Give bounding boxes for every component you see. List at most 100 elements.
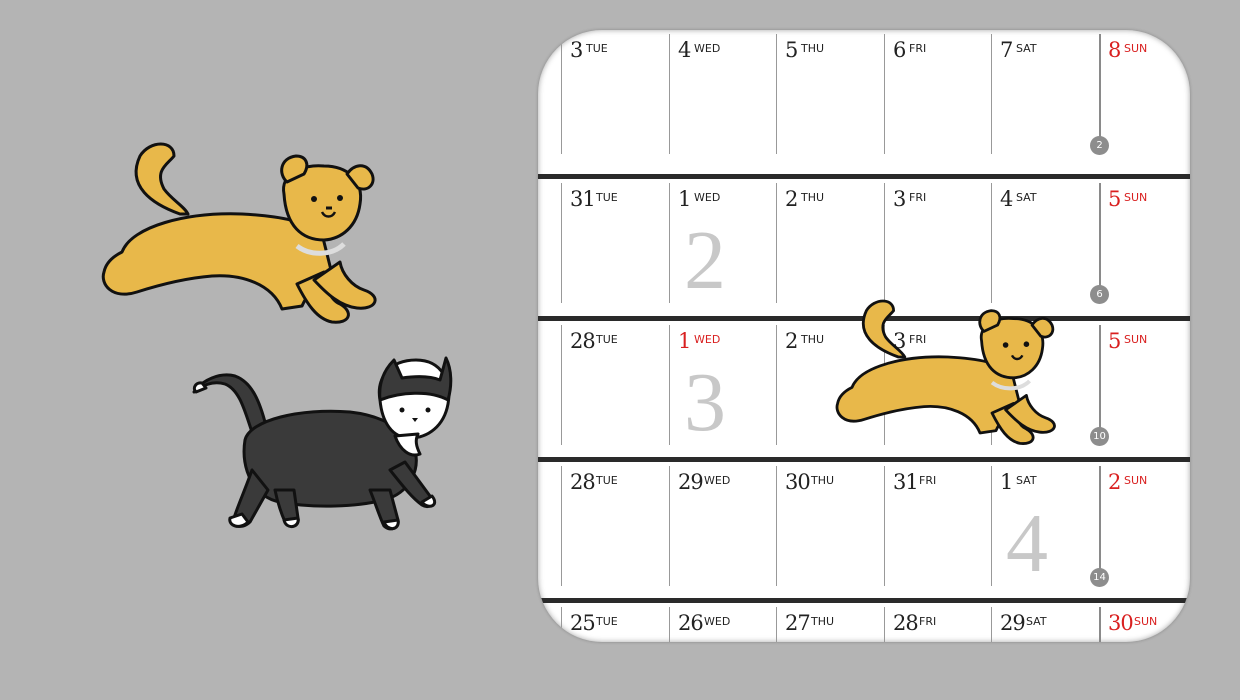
day-of-week: SUN: [1124, 333, 1148, 346]
dog-icon: [835, 299, 1056, 445]
day-number: 27: [785, 611, 811, 635]
cell-divider: [776, 325, 777, 445]
month-number: 2: [684, 214, 726, 307]
day-of-week: SUN: [1124, 191, 1148, 204]
day-number: 2: [1108, 470, 1121, 494]
calendar-day-cell[interactable]: 30 THU: [753, 462, 860, 586]
day-of-week: SUN: [1134, 615, 1158, 628]
cell-divider: [669, 466, 670, 586]
day-number: 25: [570, 611, 596, 635]
day-of-week: THU: [811, 615, 835, 628]
day-number: 2: [785, 329, 798, 353]
calendar-day-cell[interactable]: 1 SAT 4: [968, 462, 1075, 586]
calendar-day-cell[interactable]: 29 WED: [646, 462, 753, 586]
calendar-day-cell[interactable]: 6 FRI: [861, 30, 968, 154]
calendar-week: 3 TUE 4 WED 5 THU 6 FRI 7 SAT 8 SUN 2: [538, 30, 1190, 158]
calendar-day-cell[interactable]: 31 FRI: [861, 462, 968, 586]
week-number-badge: 6: [1090, 285, 1109, 304]
day-of-week: WED: [694, 42, 721, 55]
cell-divider: [669, 183, 670, 303]
cat-sticker[interactable]: [190, 350, 453, 540]
month-number: 4: [1006, 497, 1048, 590]
calendar-day-cell[interactable]: 1 WED 3: [646, 321, 753, 445]
calendar-day-cell[interactable]: 27 THU: [753, 603, 860, 642]
day-number: 31: [570, 187, 596, 211]
day-number: 28: [570, 329, 596, 353]
day-number: 31: [893, 470, 919, 494]
cell-divider: [561, 607, 562, 642]
day-number: 1: [678, 187, 691, 211]
calendar-day-cell[interactable]: 25 TUE: [538, 603, 645, 642]
calendar-day-cell[interactable]: 28 TUE: [538, 462, 645, 586]
calendar-day-cell[interactable]: 26 WED: [646, 603, 753, 642]
day-of-week: SUN: [1124, 42, 1148, 55]
cell-divider: [669, 607, 670, 642]
day-number: 4: [678, 38, 691, 62]
day-number: 5: [785, 38, 798, 62]
calendar-day-cell[interactable]: 5 SUN 6: [1076, 179, 1183, 304]
day-number: 5: [1108, 329, 1121, 353]
cat-icon: [192, 356, 453, 531]
day-number: 26: [678, 611, 704, 635]
cell-divider: [561, 34, 562, 154]
day-of-week: THU: [801, 42, 825, 55]
calendar-day-cell[interactable]: 7 SAT: [968, 30, 1075, 154]
day-number: 6: [893, 38, 906, 62]
day-number: 4: [1000, 187, 1013, 211]
day-of-week: SAT: [1016, 191, 1037, 204]
day-number: 29: [1000, 611, 1026, 635]
calendar-day-cell[interactable]: 5 SUN 10: [1076, 321, 1183, 446]
calendar-day-cell[interactable]: 28 TUE: [538, 321, 645, 445]
calendar-day-cell[interactable]: 31 TUE: [538, 179, 645, 303]
day-of-week: FRI: [919, 615, 937, 628]
cell-divider: [991, 183, 992, 303]
day-of-week: SAT: [1026, 615, 1047, 628]
calendar-day-cell[interactable]: 5 THU: [753, 30, 860, 154]
cell-divider: [991, 466, 992, 586]
calendar-day-cell[interactable]: 8 SUN 2: [1076, 30, 1183, 155]
cell-divider: [776, 466, 777, 586]
day-number: 28: [893, 611, 919, 635]
cell-divider: [884, 607, 885, 642]
month-number: 3: [684, 356, 726, 449]
cell-divider: [1099, 607, 1101, 642]
cell-divider: [561, 466, 562, 586]
calendar-day-cell[interactable]: 1 WED 2: [646, 179, 753, 303]
day-of-week: THU: [811, 474, 835, 487]
day-of-week: WED: [704, 474, 731, 487]
calendar-day-cell[interactable]: 3 TUE: [538, 30, 645, 154]
cell-divider: [991, 34, 992, 154]
week-number-badge: 10: [1090, 427, 1109, 446]
calendar-day-cell[interactable]: 4 WED: [646, 30, 753, 154]
calendar-week: 28 TUE 29 WED 30 THU 31 FRI 1 SAT 4 2 SUN 14: [538, 457, 1190, 587]
day-of-week: SUN: [1124, 474, 1148, 487]
calendar-day-cell[interactable]: 30 SUN: [1076, 603, 1183, 642]
day-of-week: TUE: [586, 42, 608, 55]
dog-sticker-left[interactable]: [92, 134, 392, 344]
day-of-week: WED: [694, 191, 721, 204]
day-of-week: SAT: [1016, 42, 1037, 55]
calendar-day-cell[interactable]: 28 FRI: [861, 603, 968, 642]
calendar-day-cell[interactable]: 3 FRI: [861, 179, 968, 303]
calendar-day-cell[interactable]: 2 THU: [753, 179, 860, 303]
cell-divider: [561, 183, 562, 303]
cell-divider: [991, 607, 992, 642]
day-of-week: SAT: [1016, 474, 1037, 487]
dog-icon: [101, 142, 377, 324]
week-number-badge: 2: [1090, 136, 1109, 155]
day-number: 30: [785, 470, 811, 494]
cell-divider: [884, 183, 885, 303]
day-of-week: WED: [694, 333, 721, 346]
day-of-week: THU: [801, 333, 825, 346]
day-number: 30: [1108, 611, 1134, 635]
week-number-badge: 14: [1090, 568, 1109, 587]
day-number: 7: [1000, 38, 1013, 62]
dog-sticker-calendar[interactable]: [828, 292, 1068, 462]
calendar-day-cell[interactable]: 4 SAT: [968, 179, 1075, 303]
cell-divider: [669, 325, 670, 445]
day-of-week: FRI: [909, 42, 927, 55]
day-of-week: FRI: [919, 474, 937, 487]
calendar-day-cell[interactable]: 2 SUN 14: [1076, 462, 1183, 587]
day-of-week: TUE: [596, 333, 618, 346]
calendar-day-cell[interactable]: 29 SAT: [968, 603, 1075, 642]
